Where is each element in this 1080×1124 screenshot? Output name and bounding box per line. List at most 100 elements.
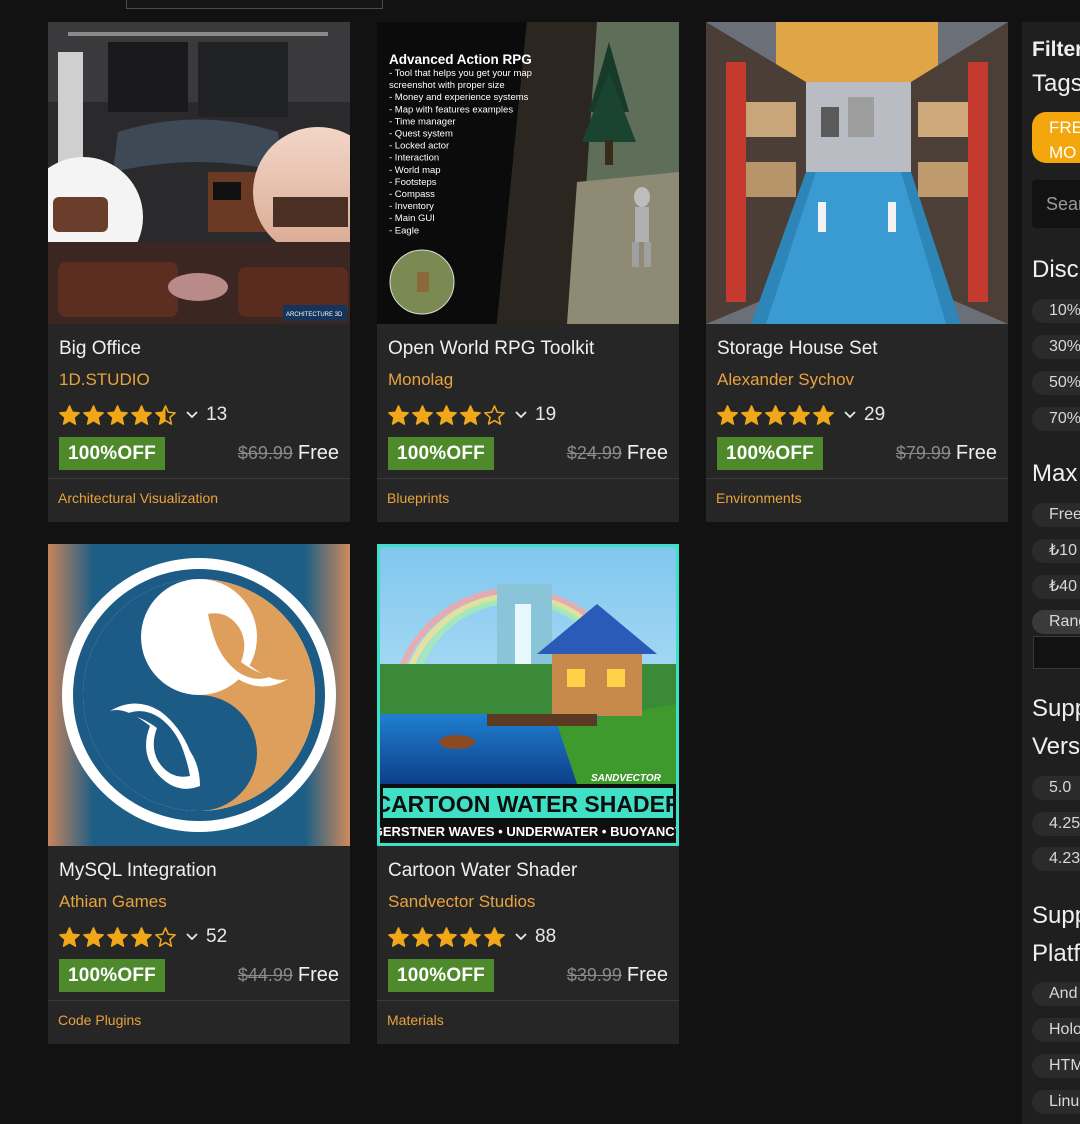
star-rating <box>58 926 177 949</box>
price-row: 100%OFF $69.99 Free <box>59 437 339 470</box>
discount-option[interactable]: 10% <box>1032 299 1080 323</box>
rating-row[interactable]: 88 <box>387 922 556 952</box>
star-full-icon <box>765 404 786 425</box>
star-full-icon <box>484 926 505 947</box>
product-thumbnail[interactable]: Advanced Action RPG - Tool that helps yo… <box>377 22 679 324</box>
star-half-icon <box>155 404 176 425</box>
thumbnail-heading: Advanced Action RPG <box>389 52 532 67</box>
sale-price: Free <box>297 964 339 986</box>
discount-option[interactable]: 30% <box>1032 335 1080 359</box>
product-seller[interactable]: Athian Games <box>59 892 167 912</box>
chevron-down-icon[interactable] <box>514 930 528 944</box>
engine-version-option[interactable]: 4.23 <box>1032 847 1080 871</box>
star-full-icon <box>460 926 481 947</box>
star-full-icon <box>813 404 834 425</box>
card-divider <box>706 478 1008 479</box>
tag-search-input[interactable]: Sear <box>1032 180 1080 228</box>
card-divider <box>48 478 350 479</box>
card-divider <box>48 1000 350 1001</box>
discount-badge: 100%OFF <box>388 437 494 470</box>
product-category-link[interactable]: Environments <box>716 490 802 506</box>
rating-count: 88 <box>535 926 557 947</box>
thumbnail-feature-line: - Inventory <box>389 201 434 212</box>
original-price: $79.99 <box>895 443 951 463</box>
chevron-down-icon[interactable] <box>185 930 199 944</box>
product-category-link[interactable]: Code Plugins <box>58 1012 141 1028</box>
chevron-down-icon[interactable] <box>843 408 857 422</box>
product-seller[interactable]: Monolag <box>388 370 453 390</box>
star-full-icon <box>412 926 433 947</box>
thumbnail-watermark: ARCHITECTURE 3D <box>286 312 343 318</box>
star-rating <box>387 926 506 949</box>
sale-price: Free <box>297 442 339 464</box>
tag-chip-free[interactable]: FRE MO <box>1032 112 1080 163</box>
product-title[interactable]: Storage House Set <box>717 338 878 360</box>
card-divider <box>377 478 679 479</box>
product-card-cartoon-water-shader[interactable]: SANDVECTOR CARTOON WATER SHADER GERSTNER… <box>377 544 679 1044</box>
sale-price: Free <box>955 442 997 464</box>
max-price-option[interactable]: Rang <box>1032 610 1080 634</box>
engine-version-option[interactable]: 5.0 <box>1032 776 1080 800</box>
engine-version-option[interactable]: 4.25 <box>1032 812 1080 836</box>
product-card-open-world-rpg-toolkit[interactable]: Advanced Action RPG - Tool that helps yo… <box>377 22 679 522</box>
thumbnail-feature-line: - Map with features examples <box>389 104 513 115</box>
rating-row[interactable]: 52 <box>58 922 227 952</box>
max-price-option[interactable]: Free <box>1032 503 1080 527</box>
star-full-icon <box>59 404 80 425</box>
thumbnail-feature-line: - Eagle <box>389 225 419 236</box>
max-price-option[interactable]: ₺10 <box>1032 539 1080 563</box>
chevron-down-icon[interactable] <box>185 408 199 422</box>
platform-option[interactable]: Holo <box>1032 1018 1080 1042</box>
star-full-icon <box>131 926 152 947</box>
original-price: $39.99 <box>566 965 622 985</box>
product-title[interactable]: MySQL Integration <box>59 860 217 882</box>
product-title[interactable]: Big Office <box>59 338 141 360</box>
product-title[interactable]: Cartoon Water Shader <box>388 860 577 882</box>
original-price: $69.99 <box>237 443 293 463</box>
discount-badge: 100%OFF <box>59 959 165 992</box>
price-range-input[interactable] <box>1033 636 1080 669</box>
thumbnail-subtitle: GERSTNER WAVES • UNDERWATER • BUOYANCY <box>377 824 679 839</box>
discount-heading: Disc <box>1032 256 1079 283</box>
platform-option[interactable]: Linu <box>1032 1090 1080 1114</box>
product-card-mysql-integration[interactable]: MySQL Integration Athian Games 52 100%OF… <box>48 544 350 1044</box>
chevron-down-icon[interactable] <box>514 408 528 422</box>
product-thumbnail[interactable]: SANDVECTOR CARTOON WATER SHADER GERSTNER… <box>377 544 679 846</box>
star-full-icon <box>436 926 457 947</box>
thumbnail-feature-line: - Main GUI <box>389 213 435 224</box>
product-title[interactable]: Open World RPG Toolkit <box>388 338 594 360</box>
star-full-icon <box>131 404 152 425</box>
thumbnail-feature-line: screenshot with proper size <box>389 80 505 91</box>
product-thumbnail[interactable]: ARCHITECTURE 3D <box>48 22 350 324</box>
top-search-input[interactable] <box>126 0 383 9</box>
product-seller[interactable]: Alexander Sychov <box>717 370 854 390</box>
platform-option[interactable]: And <box>1032 982 1080 1006</box>
thumbnail-feature-line: - Locked actor <box>389 141 449 152</box>
product-category-link[interactable]: Architectural Visualization <box>58 490 218 506</box>
product-card-storage-house-set[interactable]: Storage House Set Alexander Sychov 29 10… <box>706 22 1008 522</box>
discount-option[interactable]: 70% <box>1032 407 1080 431</box>
product-thumbnail[interactable] <box>706 22 1008 324</box>
star-empty-icon <box>155 926 176 947</box>
rating-count: 19 <box>535 404 557 425</box>
thumbnail-title: CARTOON WATER SHADER <box>377 791 679 817</box>
rating-count: 29 <box>864 404 886 425</box>
rating-row[interactable]: 29 <box>716 400 885 430</box>
product-seller[interactable]: 1D.STUDIO <box>59 370 150 390</box>
platform-heading: Platf <box>1032 940 1080 967</box>
rating-count: 13 <box>206 404 228 425</box>
product-category-link[interactable]: Blueprints <box>387 490 449 506</box>
product-thumbnail[interactable] <box>48 544 350 846</box>
discount-option[interactable]: 50% <box>1032 371 1080 395</box>
product-card-big-office[interactable]: ARCHITECTURE 3D Big Office 1D.STUDIO 13 … <box>48 22 350 522</box>
thumbnail-feature-line: - Footsteps <box>389 177 437 188</box>
product-seller[interactable]: Sandvector Studios <box>388 892 535 912</box>
rating-row[interactable]: 13 <box>58 400 227 430</box>
rating-row[interactable]: 19 <box>387 400 556 430</box>
max-price-option[interactable]: ₺40 <box>1032 575 1080 599</box>
filter-sidebar: Filter Tags FRE MO Sear Disc 10% 30% 50%… <box>1022 22 1080 1124</box>
discount-badge: 100%OFF <box>59 437 165 470</box>
platform-option[interactable]: HTM <box>1032 1054 1080 1078</box>
star-rating <box>716 404 835 427</box>
product-category-link[interactable]: Materials <box>387 1012 444 1028</box>
